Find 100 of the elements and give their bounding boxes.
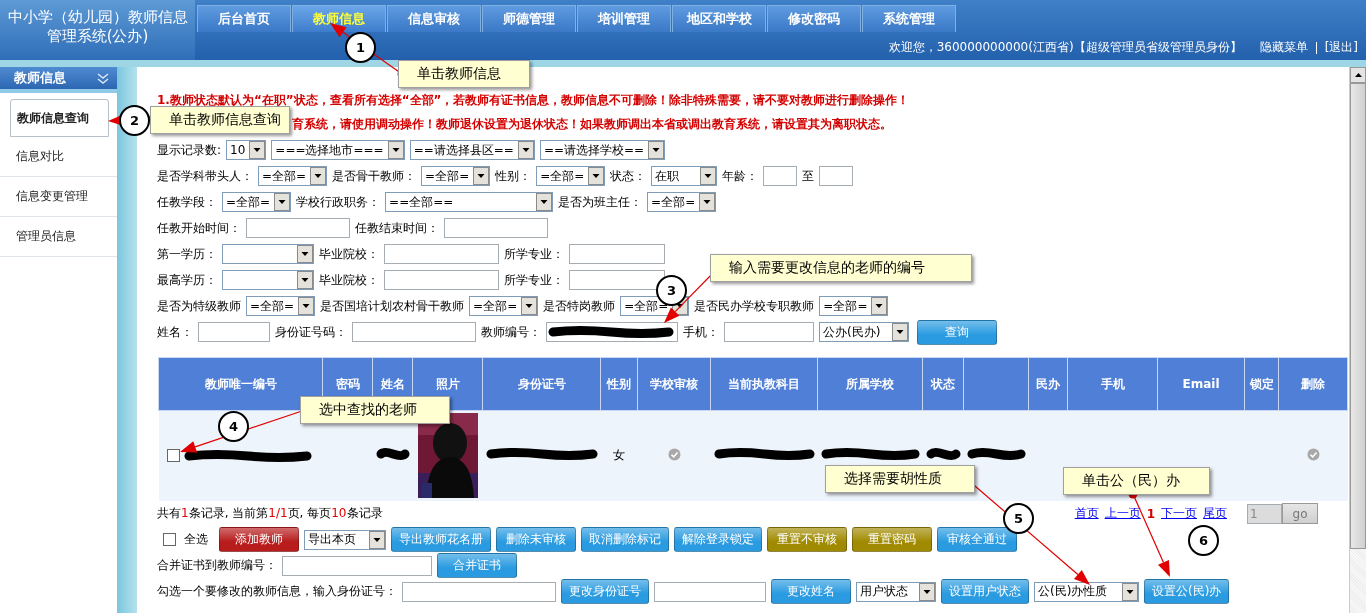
field-label: 状态：	[610, 167, 647, 185]
dropdown[interactable]	[222, 244, 314, 264]
dropdown[interactable]: ==请选择县区==	[409, 140, 535, 160]
nav-tab[interactable]: 师德管理	[482, 5, 576, 32]
dropdown[interactable]: =全部=	[246, 296, 316, 316]
dropdown[interactable]: ==请选择学校==	[539, 140, 666, 160]
field-label: 是否为班主任：	[558, 193, 643, 211]
welcome-text: 欢迎您，360000000000(江西省)【超级管理员省级管理员身份】	[888, 39, 1242, 56]
sidebar-item[interactable]: 教师信息查询	[10, 99, 109, 137]
dropdown[interactable]: 公办(民办)	[819, 322, 909, 342]
header-link[interactable]: [退出]	[1324, 39, 1358, 56]
field-label: 是否民办学校专职教师	[694, 297, 815, 315]
header-link[interactable]: 隐藏菜单	[1259, 39, 1308, 56]
dropdown[interactable]	[222, 270, 314, 290]
input-field[interactable]	[384, 244, 499, 264]
input-field[interactable]	[246, 218, 350, 238]
field-label: 所学专业：	[504, 245, 564, 263]
nav-tab[interactable]: 后台首页	[197, 5, 291, 32]
field-label: 至	[802, 167, 815, 185]
input-field[interactable]	[569, 244, 665, 264]
field-label: 合并证书到教师编号：	[157, 557, 277, 574]
input-field[interactable]	[352, 322, 476, 342]
dropdown[interactable]: =全部=	[469, 296, 539, 316]
nav-tab[interactable]: 培训管理	[577, 5, 671, 32]
field-label: 毕业院校：	[319, 271, 379, 289]
input-field[interactable]	[198, 322, 270, 342]
column-header: 锁定	[1244, 357, 1279, 411]
field-label: 是否特岗教师	[543, 297, 616, 315]
input-field[interactable]	[569, 270, 665, 290]
check-icon	[1306, 447, 1320, 461]
field-label: 任教开始时间：	[157, 219, 241, 237]
column-header: 学校审核	[637, 357, 711, 411]
checkbox[interactable]	[163, 533, 176, 546]
action-button[interactable]: 添加教师	[219, 527, 299, 552]
table-cell: 女	[600, 410, 638, 501]
callout-note: 输入需要更改信息的老师的编号	[710, 254, 972, 282]
field-label: 是否为特级教师	[157, 297, 241, 315]
redaction-mark	[924, 447, 962, 462]
dropdown[interactable]: =全部=	[421, 166, 491, 186]
input-field[interactable]	[282, 555, 432, 576]
field-label: 是否国培计划农村骨干教师	[320, 297, 465, 315]
field-label: 任教学段：	[157, 193, 217, 211]
column-header: 身份证号	[482, 357, 601, 411]
current-page: 1	[1146, 506, 1155, 521]
app-title: 中小学（幼儿园）教师信息	[7, 8, 188, 27]
record-summary: 共有1条记录, 当前第1/1页, 每页10条记录	[157, 505, 383, 522]
input-field[interactable]	[444, 218, 548, 238]
nav-tab[interactable]: 修改密码	[767, 5, 861, 32]
input-field[interactable]	[654, 581, 766, 602]
column-header: 手机	[1067, 357, 1158, 411]
column-header: 删除	[1278, 357, 1348, 411]
field-label: 显示记录数:	[157, 141, 222, 159]
redaction-mark	[374, 447, 411, 462]
callout-note: 单击公（民）办	[1063, 467, 1210, 495]
dropdown[interactable]: 用户状态	[856, 581, 936, 602]
notice-text: 1.教师状态默认为“在职”状态，查看所有选择“全部”，若教师有证书信息，教师信息不可删除！除非特殊需要，请不要对教师进行删除操作！	[157, 93, 910, 107]
dropdown[interactable]: ==全部==	[385, 192, 554, 212]
dropdown[interactable]: =全部=	[647, 192, 717, 212]
callout-note: 单击教师信息查询	[150, 106, 290, 134]
field-label: 所学专业：	[504, 271, 564, 289]
field-label: 教师编号：	[481, 323, 541, 341]
column-header: 民办	[1028, 357, 1068, 411]
dropdown[interactable]: 10	[226, 140, 267, 160]
collapse-icon[interactable]	[97, 72, 109, 84]
field-label: 任教结束时间：	[355, 219, 439, 237]
dropdown[interactable]: ===选择地市===	[271, 140, 405, 160]
column-header	[963, 357, 1029, 411]
field-label: 学校行政职务：	[296, 193, 381, 211]
column-header: Email	[1157, 357, 1245, 411]
nav-tab[interactable]: 系统管理	[862, 5, 956, 32]
dropdown[interactable]: =全部=	[222, 192, 292, 212]
dropdown[interactable]: 公(民)办性质	[1034, 581, 1139, 602]
input-field[interactable]	[763, 166, 798, 186]
checkbox[interactable]	[166, 449, 180, 463]
field-label: 姓名：	[157, 323, 193, 341]
dropdown[interactable]: 在职	[651, 166, 718, 186]
callout-note: 选择需要胡性质	[825, 465, 975, 493]
field-label: 年龄：	[722, 167, 759, 185]
nav-tab[interactable]: 地区和学校	[672, 5, 766, 32]
dropdown[interactable]: 导出本页	[304, 529, 386, 550]
input-field[interactable]	[819, 166, 854, 186]
dropdown[interactable]: =全部=	[258, 166, 328, 186]
field-label: 手机：	[683, 323, 719, 341]
input-field[interactable]	[402, 581, 556, 602]
redaction-mark	[965, 447, 1027, 462]
input-field[interactable]	[384, 270, 499, 290]
scroll-up-button[interactable]	[1350, 67, 1366, 83]
up-arrow-icon	[1354, 73, 1362, 77]
field-label: 身份证号码：	[275, 323, 347, 341]
input-field[interactable]	[724, 322, 814, 342]
field-label: 勾选一个要修改的教师信息，输入身份证号：	[157, 583, 397, 600]
field-label: 是否骨干教师：	[332, 167, 417, 185]
dropdown[interactable]: =全部=	[819, 296, 889, 316]
nav-tab[interactable]: 信息审核	[387, 5, 481, 32]
dropdown[interactable]: =全部=	[536, 166, 606, 186]
column-header: 当前执教科目	[710, 357, 818, 411]
sidebar-title: 教师信息	[14, 69, 66, 87]
field-label: 第一学历：	[157, 245, 217, 263]
column-header: 所属学校	[817, 357, 923, 411]
field-label: 是否学科带头人：	[157, 167, 253, 185]
